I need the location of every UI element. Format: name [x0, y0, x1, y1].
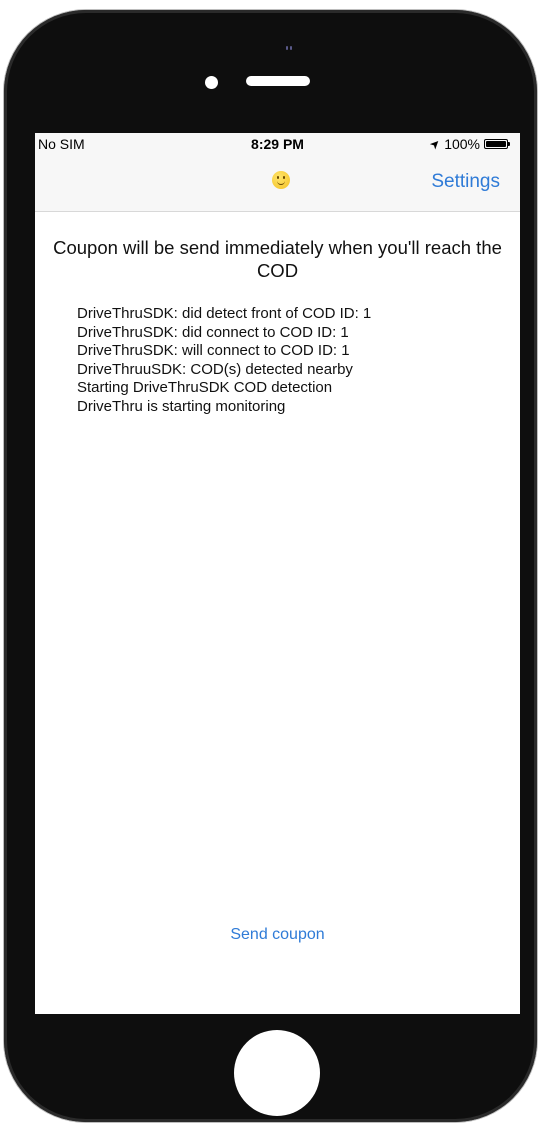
log-line: Starting DriveThruSDK COD detection — [77, 379, 333, 396]
navigation-bar: Settings — [35, 155, 520, 212]
status-bar: No SIM 8:29 PM ➤ 100% — [35, 133, 520, 155]
status-right-group: ➤ 100% — [426, 135, 510, 153]
location-arrow-icon: ➤ — [426, 135, 444, 153]
home-button[interactable] — [234, 1030, 320, 1116]
log-line: DriveThruSDK: did connect to COD ID: 1 — [77, 323, 349, 341]
log-line: DriveThruSDK: did detect front of COD ID… — [77, 305, 372, 322]
send-coupon-button[interactable]: Send coupon — [35, 926, 520, 944]
sdk-log: DriveThruSDK: did detect front of COD ID… — [77, 305, 507, 416]
log-line: DriveThru is starting monitoring — [77, 397, 286, 415]
battery-percent: 100% — [444, 136, 480, 152]
app-screen: No SIM 8:29 PM ➤ 100% Settings Coupon wi… — [35, 133, 520, 1014]
sensor-dots — [286, 46, 292, 50]
earpiece-speaker — [246, 76, 310, 86]
battery-icon — [484, 139, 508, 149]
battery-nub — [508, 142, 510, 146]
coupon-headline: Coupon will be send immediately when you… — [53, 237, 502, 281]
log-line: DriveThruSDK: will connect to COD ID: 1 — [77, 342, 350, 359]
settings-button[interactable]: Settings — [431, 171, 500, 193]
front-camera — [205, 76, 218, 89]
log-line: DriveThruuSDK: COD(s) detected nearby — [77, 360, 353, 378]
smiley-face-icon — [272, 171, 290, 189]
